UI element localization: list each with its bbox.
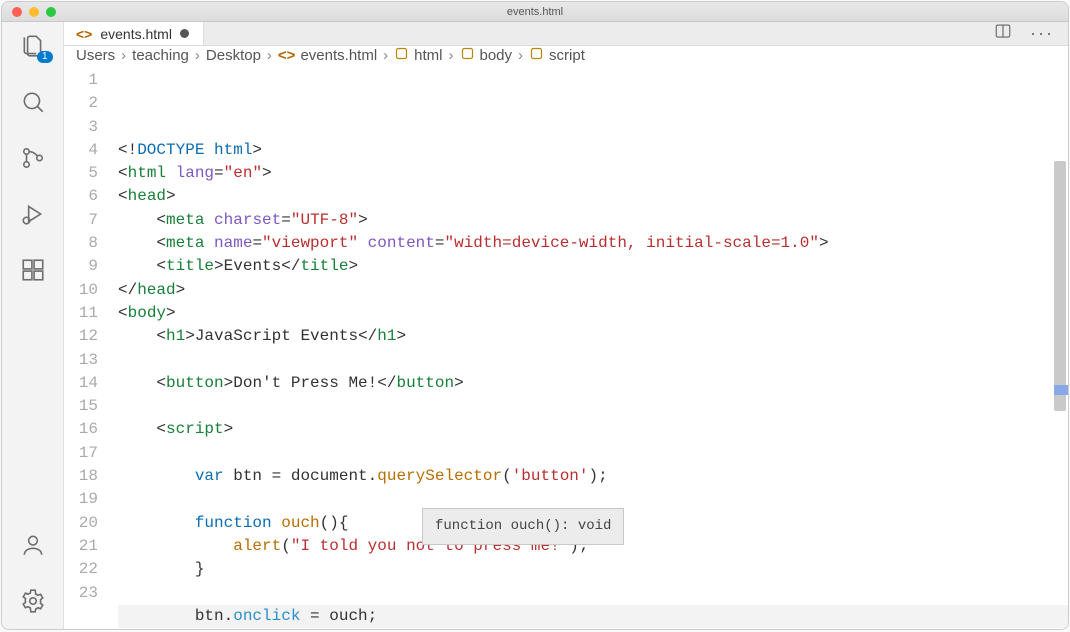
run-debug-icon[interactable] bbox=[19, 200, 47, 228]
tab-bar: <> events.html ··· bbox=[64, 22, 1068, 46]
line-number: 6 bbox=[64, 185, 98, 208]
breadcrumb-label: html bbox=[414, 47, 442, 64]
line-number: 20 bbox=[64, 512, 98, 535]
code-line[interactable] bbox=[118, 628, 1068, 630]
chevron-right-icon: › bbox=[383, 47, 388, 64]
chevron-right-icon: › bbox=[518, 47, 523, 64]
line-number: 1 bbox=[64, 69, 98, 92]
line-number: 22 bbox=[64, 558, 98, 581]
code-line[interactable]: <body> bbox=[118, 302, 1068, 325]
line-number: 14 bbox=[64, 372, 98, 395]
line-number: 11 bbox=[64, 302, 98, 325]
code-line[interactable]: <!DOCTYPE html> bbox=[118, 139, 1068, 162]
breadcrumb-item[interactable]: teaching bbox=[132, 47, 189, 64]
code-line[interactable]: <h1>JavaScript Events</h1> bbox=[118, 325, 1068, 348]
line-number: 5 bbox=[64, 162, 98, 185]
line-number: 18 bbox=[64, 465, 98, 488]
chevron-right-icon: › bbox=[449, 47, 454, 64]
file-html-icon: <> bbox=[278, 47, 296, 64]
line-number: 10 bbox=[64, 279, 98, 302]
line-number: 8 bbox=[64, 232, 98, 255]
line-number: 15 bbox=[64, 395, 98, 418]
code-line[interactable]: </head> bbox=[118, 279, 1068, 302]
breadcrumb-item[interactable]: script bbox=[529, 46, 585, 65]
code-line[interactable] bbox=[118, 442, 1068, 465]
line-number: 3 bbox=[64, 116, 98, 139]
code-line[interactable]: } bbox=[118, 558, 1068, 581]
breadcrumb-label: script bbox=[549, 47, 585, 64]
search-icon[interactable] bbox=[19, 88, 47, 116]
line-number: 19 bbox=[64, 488, 98, 511]
symbol-icon bbox=[394, 46, 409, 65]
code-line[interactable]: btn.onclick = ouch; bbox=[118, 605, 1068, 628]
window-title: events.html bbox=[2, 6, 1068, 18]
explorer-icon[interactable]: 1 bbox=[19, 32, 47, 60]
code-line[interactable]: <html lang="en"> bbox=[118, 162, 1068, 185]
code-line[interactable] bbox=[118, 582, 1068, 605]
extensions-icon[interactable] bbox=[19, 256, 47, 284]
breadcrumb-item[interactable]: Desktop bbox=[206, 47, 261, 64]
code-editor[interactable]: 1234567891011121314151617181920212223 <!… bbox=[64, 65, 1068, 630]
breadcrumb-label: Desktop bbox=[206, 47, 261, 64]
line-number: 21 bbox=[64, 535, 98, 558]
account-icon[interactable] bbox=[19, 531, 47, 559]
settings-gear-icon[interactable] bbox=[19, 587, 47, 615]
breadcrumb-item[interactable]: html bbox=[394, 46, 442, 65]
line-number: 16 bbox=[64, 418, 98, 441]
code-line[interactable]: <button>Don't Press Me!</button> bbox=[118, 372, 1068, 395]
chevron-right-icon: › bbox=[195, 47, 200, 64]
line-number: 9 bbox=[64, 255, 98, 278]
line-number: 12 bbox=[64, 325, 98, 348]
more-actions-icon[interactable]: ··· bbox=[1030, 23, 1054, 44]
explorer-badge: 1 bbox=[37, 51, 53, 63]
breadcrumb-label: teaching bbox=[132, 47, 189, 64]
chevron-right-icon: › bbox=[267, 47, 272, 64]
line-number: 17 bbox=[64, 442, 98, 465]
line-number: 7 bbox=[64, 209, 98, 232]
code-line[interactable]: var btn = document.querySelector('button… bbox=[118, 465, 1068, 488]
chevron-right-icon: › bbox=[121, 47, 126, 64]
code-line[interactable]: <title>Events</title> bbox=[118, 255, 1068, 278]
activity-bar: 1 bbox=[2, 22, 64, 629]
line-number: 13 bbox=[64, 349, 98, 372]
code-area[interactable]: <!DOCTYPE html><html lang="en"><head> <m… bbox=[118, 65, 1068, 630]
breadcrumb-item[interactable]: body bbox=[460, 46, 513, 65]
line-number: 4 bbox=[64, 139, 98, 162]
source-control-icon[interactable] bbox=[19, 144, 47, 172]
code-line[interactable]: <head> bbox=[118, 185, 1068, 208]
code-line[interactable]: <script> bbox=[118, 418, 1068, 441]
tab-dirty-indicator bbox=[180, 29, 189, 38]
file-html-icon: <> bbox=[76, 26, 92, 42]
breadcrumb-label: events.html bbox=[300, 47, 377, 64]
vertical-scrollbar[interactable] bbox=[1054, 161, 1066, 411]
code-line[interactable]: <meta name="viewport" content="width=dev… bbox=[118, 232, 1068, 255]
line-gutter: 1234567891011121314151617181920212223 bbox=[64, 65, 118, 630]
line-number: 23 bbox=[64, 582, 98, 605]
breadcrumb-label: body bbox=[480, 47, 513, 64]
code-line[interactable]: <meta charset="UTF-8"> bbox=[118, 209, 1068, 232]
code-line[interactable] bbox=[118, 395, 1068, 418]
code-line[interactable] bbox=[118, 349, 1068, 372]
breadcrumb-label: Users bbox=[76, 47, 115, 64]
line-number: 2 bbox=[64, 92, 98, 115]
hover-tooltip: function ouch(): void bbox=[422, 508, 624, 545]
tab-events-html[interactable]: <> events.html bbox=[64, 22, 204, 45]
split-editor-icon[interactable] bbox=[994, 22, 1012, 45]
tab-label: events.html bbox=[100, 26, 172, 42]
symbol-icon bbox=[529, 46, 544, 65]
minimap-marker bbox=[1054, 385, 1068, 395]
breadcrumb-item[interactable]: <>events.html bbox=[278, 47, 377, 64]
titlebar: events.html bbox=[2, 2, 1068, 22]
breadcrumbs[interactable]: Users › teaching › Desktop › <>events.html › htm… bbox=[64, 46, 1068, 65]
symbol-icon bbox=[460, 46, 475, 65]
breadcrumb-item[interactable]: Users bbox=[76, 47, 115, 64]
